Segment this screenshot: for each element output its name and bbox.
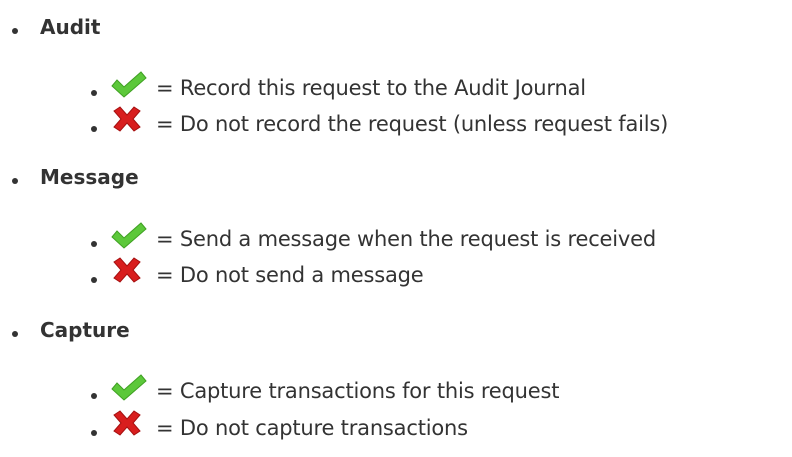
- section-message: Message: [0, 162, 139, 192]
- bullet: [12, 331, 18, 337]
- section-heading-message: Message: [40, 165, 139, 189]
- section-capture: Capture: [0, 315, 130, 345]
- item-text: = Do not capture transactions: [156, 416, 468, 440]
- section-audit: Audit: [0, 12, 100, 42]
- bullet: [91, 126, 97, 132]
- list-item-capture-no: = Do not capture transactions: [0, 410, 468, 446]
- list-item-audit-record: = Record this request to the Audit Journ…: [0, 70, 586, 106]
- bullet: [91, 90, 97, 96]
- red-x-icon: [108, 105, 150, 137]
- green-check-icon: [108, 69, 150, 101]
- list-item-audit-no-record: = Do not record the request (unless requ…: [0, 106, 668, 142]
- green-check-icon: [108, 220, 150, 252]
- bullet: [91, 430, 97, 436]
- bullet: [91, 241, 97, 247]
- red-x-icon: [108, 256, 150, 288]
- bullet: [91, 393, 97, 399]
- item-text: = Capture transactions for this request: [156, 379, 560, 403]
- list-item-message-no-send: = Do not send a message: [0, 257, 424, 293]
- list-item-message-send: = Send a message when the request is rec…: [0, 221, 656, 257]
- section-heading-capture: Capture: [40, 318, 130, 342]
- item-text: = Record this request to the Audit Journ…: [156, 76, 586, 100]
- bullet: [12, 28, 18, 34]
- bullet: [12, 178, 18, 184]
- red-x-icon: [108, 409, 150, 441]
- section-heading-audit: Audit: [40, 15, 101, 39]
- list-item-capture-yes: = Capture transactions for this request: [0, 373, 559, 409]
- bullet: [91, 277, 97, 283]
- item-text: = Send a message when the request is rec…: [156, 227, 656, 251]
- item-text: = Do not record the request (unless requ…: [156, 112, 669, 136]
- item-text: = Do not send a message: [156, 263, 424, 287]
- legend-document: Audit = Record this request to the Audit…: [0, 0, 792, 457]
- green-check-icon: [108, 372, 150, 404]
